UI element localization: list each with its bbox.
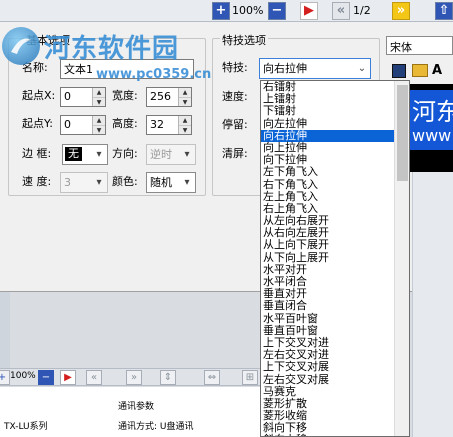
- prev-page-button[interactable]: «: [332, 2, 350, 20]
- next-page-button[interactable]: »: [126, 370, 142, 385]
- direction-select[interactable]: 逆时 ▾: [146, 144, 196, 165]
- spin-down-icon[interactable]: ▼: [93, 125, 105, 134]
- list-scrollbar[interactable]: [394, 81, 409, 436]
- start-y-value: 0: [64, 118, 71, 131]
- effect-select[interactable]: 向右拉伸 ⌄: [259, 58, 371, 79]
- effect-list-item[interactable]: 水平百叶窗: [261, 312, 395, 325]
- effect-speed-label: 速度:: [222, 90, 248, 103]
- spin-down-icon[interactable]: ▼: [179, 97, 191, 106]
- font-value: 宋体: [390, 41, 412, 54]
- width-spinner[interactable]: 256 ▲ ▼: [146, 87, 192, 107]
- zoom-level: 100%: [232, 4, 264, 17]
- align-button[interactable]: ⇔: [204, 370, 220, 385]
- effect-dropdown-list[interactable]: 右镭射 上镭射 下镭射 向左拉伸 向右拉伸 向上拉伸 向下拉伸 左下角飞入 右下角飞入 左上角飞入…: [260, 80, 410, 437]
- effect-list-item[interactable]: 上下交叉对展: [261, 361, 395, 373]
- effect-list-items: 右镭射 上镭射 下镭射 向左拉伸 向右拉伸 向上拉伸 向下拉伸 左下角飞入 右下角飞入 左上角飞入…: [261, 81, 409, 436]
- chevron-down-icon: ▾: [96, 149, 102, 160]
- spin-up-icon[interactable]: ▲: [179, 116, 191, 125]
- effect-options-title: 特技选项: [220, 32, 268, 48]
- bottom-info-area: TX-LU系列 通讯参数 通讯方式: U盘通讯: [0, 387, 260, 437]
- move-up-button[interactable]: ⇕: [160, 370, 176, 385]
- speed-value: 3: [64, 176, 71, 189]
- effect-list-item[interactable]: 下镭射: [261, 105, 395, 117]
- effect-label: 特技:: [222, 61, 248, 74]
- watermark-title: 河东软件园: [44, 34, 180, 64]
- effect-list-item[interactable]: 向左拉伸: [261, 117, 395, 130]
- spin-up-icon[interactable]: ▲: [93, 116, 105, 125]
- zoom-level: 100%: [10, 371, 36, 381]
- save-icon[interactable]: [392, 64, 406, 78]
- speed-label: 速 度:: [22, 175, 52, 188]
- effect-list-item[interactable]: 左下角飞入: [261, 166, 395, 178]
- zoom-in-button[interactable]: +: [0, 370, 10, 385]
- left-strip: [0, 292, 10, 368]
- font-select[interactable]: 宋体: [386, 36, 453, 55]
- next-page-button[interactable]: »: [392, 2, 410, 20]
- preview-subtext: www: [412, 126, 452, 145]
- pause-label: 停留:: [222, 118, 248, 131]
- height-label: 高度:: [112, 117, 138, 130]
- effect-list-item[interactable]: 左右交叉对展: [261, 373, 395, 386]
- start-x-label: 起点X:: [22, 89, 56, 102]
- chevron-down-icon: ⌄: [357, 63, 367, 74]
- color-value: 随机: [150, 176, 172, 189]
- height-value: 32: [150, 118, 164, 131]
- comm-mode: 通讯方式: U盘通讯: [118, 422, 194, 432]
- play-button[interactable]: ▶: [60, 370, 76, 385]
- logo-icon: [11, 38, 31, 54]
- effect-list-item[interactable]: 从下向上展开: [261, 251, 395, 264]
- open-folder-icon[interactable]: [412, 64, 428, 77]
- direction-value: 逆时: [150, 148, 172, 161]
- spin-down-icon[interactable]: ▼: [93, 97, 105, 106]
- scrollbar-thumb[interactable]: [397, 85, 408, 181]
- spin-up-icon[interactable]: ▲: [179, 88, 191, 97]
- height-spinner[interactable]: 32 ▲ ▼: [146, 115, 192, 135]
- effect-list-item[interactable]: 从上向下展开: [261, 239, 395, 251]
- chevron-down-icon: ▾: [184, 177, 190, 188]
- chevron-down-icon: ▾: [96, 177, 102, 188]
- right-frame: [412, 172, 453, 437]
- spin-up-icon[interactable]: ▲: [93, 88, 105, 97]
- width-value: 256: [150, 90, 171, 103]
- border-value: 无: [65, 147, 82, 161]
- start-y-spinner[interactable]: 0 ▲ ▼: [60, 115, 106, 135]
- font-style-icon[interactable]: A: [432, 63, 442, 78]
- device-name: TX-LU系列: [4, 422, 48, 432]
- border-select[interactable]: 无 ▾: [62, 144, 108, 165]
- preview-text: 河东: [412, 98, 453, 126]
- start-x-value: 0: [64, 90, 71, 103]
- border-label: 边 框:: [22, 147, 52, 160]
- zoom-in-button[interactable]: +: [212, 2, 230, 20]
- page-indicator: 1/2: [353, 4, 371, 17]
- effect-value: 向右拉伸: [263, 62, 307, 75]
- preview-text-area: 河东 www: [410, 90, 453, 150]
- direction-label: 方向:: [112, 147, 138, 160]
- top-toolbar: + 100% − ▶ « 1/2 » ⇧: [0, 0, 453, 22]
- color-label: 颜色:: [112, 175, 138, 188]
- effect-list-item[interactable]: 右下角飞入: [261, 178, 395, 191]
- width-label: 宽度:: [112, 89, 138, 102]
- clear-screen-label: 清屏:: [222, 147, 248, 160]
- move-up-button[interactable]: ⇧: [435, 2, 453, 20]
- bottom-toolbar: + 100% − ▶ « » ⇕ ⇔ ⊞: [0, 368, 260, 386]
- watermark-url: www.pc0359.cn: [96, 67, 212, 82]
- watermark-logo: [2, 27, 40, 65]
- spin-down-icon[interactable]: ▼: [179, 125, 191, 134]
- play-button[interactable]: ▶: [300, 2, 318, 20]
- speed-select[interactable]: 3 ▾: [60, 172, 108, 193]
- start-x-spinner[interactable]: 0 ▲ ▼: [60, 87, 106, 107]
- zoom-out-button[interactable]: −: [38, 370, 54, 385]
- comm-title: 通讯参数: [118, 402, 155, 412]
- start-y-label: 起点Y:: [22, 117, 53, 130]
- chevron-down-icon: ▾: [184, 149, 190, 160]
- zoom-out-button[interactable]: −: [268, 2, 286, 20]
- prev-page-button[interactable]: «: [86, 370, 102, 385]
- effect-list-item[interactable]: 垂直闭合: [261, 300, 395, 312]
- color-select[interactable]: 随机 ▾: [146, 172, 196, 193]
- expand-button[interactable]: ⊞: [242, 370, 258, 385]
